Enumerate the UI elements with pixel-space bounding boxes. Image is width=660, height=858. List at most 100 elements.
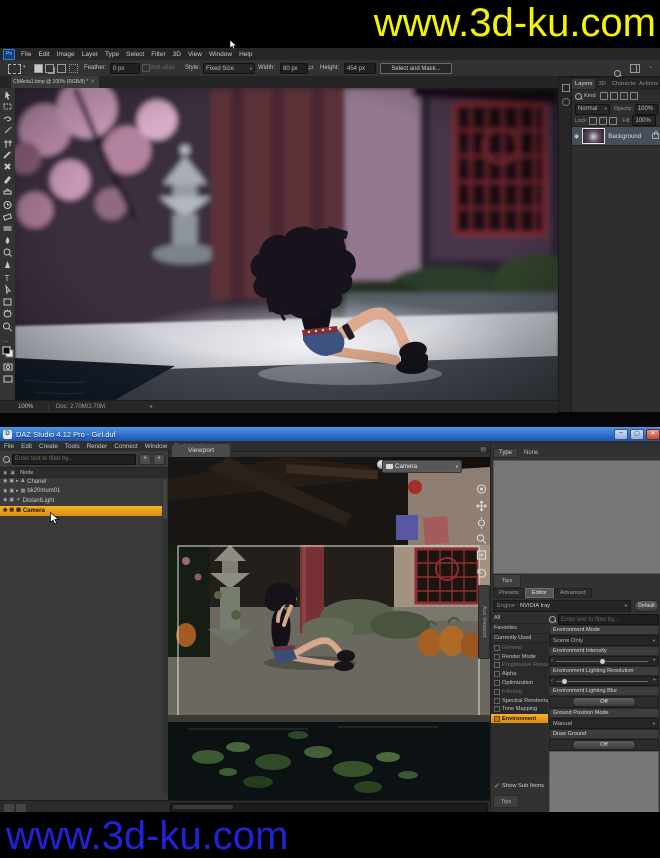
document-tab[interactable]: CMAnia1.bmp @ 100% (RGB/8) * ✕	[11, 76, 99, 88]
prop-lighting-resolution-slider[interactable]: ‹+	[549, 676, 659, 686]
viewport-content[interactable]: Camera ▾ Aux Viewport	[168, 457, 490, 800]
group-all[interactable]: All	[491, 614, 548, 624]
ps-menu-image[interactable]: Image	[57, 51, 75, 58]
zoom-level[interactable]: 100%	[18, 404, 33, 410]
group-currently-used[interactable]: Currently Used	[491, 634, 548, 644]
scene-item-chanel[interactable]: ◉▣ ▸♟ Chanel	[0, 477, 168, 487]
property-filter-input[interactable]: Enter text to filter by...	[558, 614, 659, 625]
select-box-icon[interactable]: ▣	[9, 498, 14, 503]
group-tone-mapping[interactable]: Tone Mapping	[491, 705, 548, 714]
tab-close-icon[interactable]: ✕	[90, 79, 95, 85]
group-environment-selected[interactable]: Environment	[491, 714, 548, 724]
render-tips-tab[interactable]: Tips	[493, 795, 519, 808]
viewport-nav-tools[interactable]	[475, 483, 488, 583]
eye-icon[interactable]: ◉	[3, 508, 7, 513]
default-button[interactable]: Default	[634, 600, 659, 612]
daz-menu-window[interactable]: Window	[145, 443, 167, 450]
layer-thumbnail[interactable]	[582, 128, 605, 144]
group-optimization[interactable]: Optimization	[491, 679, 548, 688]
scene-filter-input[interactable]: Enter text to filter by...	[12, 454, 136, 465]
prop-draw-ground-toggle[interactable]: Off	[572, 740, 636, 750]
daz-menu-edit[interactable]: Edit	[21, 443, 32, 450]
lock-position-icon[interactable]	[609, 117, 617, 125]
fill-value[interactable]: 100%	[632, 115, 656, 126]
height-input[interactable]: 454 px	[344, 63, 376, 74]
minimize-button[interactable]: ─	[614, 429, 628, 440]
layer-visibility-eye-icon[interactable]: ◉	[574, 133, 579, 140]
select-and-mask-button[interactable]: Select and Mask...	[380, 63, 452, 74]
layer-row-background[interactable]: ◉ Background	[572, 126, 660, 146]
ps-menu-filter[interactable]: Filter	[151, 51, 165, 58]
prop-ground-position-dropdown[interactable]: Manual▾	[549, 718, 659, 729]
prop-environment-mode-dropdown[interactable]: Scene Only▾	[549, 635, 659, 646]
ps-menu-layer[interactable]: Layer	[82, 51, 98, 58]
swap-dimensions-icon[interactable]: ⇄	[308, 64, 314, 72]
daz-menu-render[interactable]: Render	[87, 443, 108, 450]
ps-menu-select[interactable]: Select	[126, 51, 144, 58]
tab-layers[interactable]: Layers	[572, 79, 595, 89]
prop-environment-intensity-slider[interactable]: ‹+	[549, 656, 659, 666]
tab-actions[interactable]: Actions	[636, 79, 660, 89]
antialias-checkbox[interactable]	[142, 64, 150, 72]
new-selection-icon[interactable]	[34, 64, 43, 73]
select-box-icon[interactable]: ▣	[9, 508, 14, 513]
width-input[interactable]: 80 px	[280, 63, 308, 74]
add-selection-icon[interactable]	[45, 64, 54, 73]
ps-menu-type[interactable]: Type	[105, 51, 119, 58]
ps-menu-file[interactable]: File	[21, 51, 31, 58]
filter-type-icon[interactable]	[620, 92, 628, 100]
lock-pixels-icon[interactable]	[599, 117, 607, 125]
select-box-icon[interactable]: ▣	[9, 479, 14, 484]
ps-menu-help[interactable]: Help	[239, 51, 252, 58]
daz-titlebar[interactable]: D DAZ Studio 4.12 Pro - Girl.duf ─ ▢ ✕	[0, 427, 660, 441]
daz-menu-connect[interactable]: Connect	[114, 443, 137, 450]
status-arrow-icon[interactable]: ▸	[150, 403, 153, 410]
marquee-tool-preset-icon[interactable]	[8, 64, 21, 74]
daz-menu-tools[interactable]: Tools	[65, 443, 80, 450]
tab-advanced[interactable]: Advanced	[554, 588, 592, 598]
show-sub-items-checkbox[interactable]: ✓ Show Sub Items	[494, 781, 544, 791]
daz-menu-file[interactable]: File	[4, 443, 14, 450]
group-filtering[interactable]: Filtering	[491, 687, 548, 696]
tab-character[interactable]: Character	[609, 79, 636, 89]
collapsed-panel-icon-2[interactable]	[562, 98, 570, 106]
photoshop-toolbox[interactable]: T …	[0, 88, 16, 400]
blend-mode-dropdown[interactable]: Normal▾	[575, 104, 610, 115]
tool-settings-tips-tab[interactable]: Tips	[493, 574, 521, 588]
ps-menu-window[interactable]: Window	[209, 51, 232, 58]
ps-menu-view[interactable]: View	[188, 51, 202, 58]
collapsed-panel-icon-1[interactable]	[562, 84, 570, 92]
select-box-icon[interactable]: ▣	[9, 489, 14, 494]
expand-icon[interactable]: ▸	[16, 489, 19, 494]
search-icon[interactable]	[614, 70, 621, 77]
eye-icon[interactable]: ◉	[3, 479, 7, 484]
group-favorites[interactable]: Favorites	[491, 624, 548, 634]
ps-menu-3d[interactable]: 3D	[173, 51, 181, 58]
scene-item-distantlight[interactable]: ◉▣ ☀ DistantLight	[0, 496, 168, 506]
workspace-icon[interactable]	[630, 64, 640, 73]
tab-editor[interactable]: Editor	[525, 588, 554, 598]
viewport-tab[interactable]: Viewport	[172, 444, 230, 457]
style-dropdown[interactable]: Fixed Size▾	[203, 63, 255, 74]
intersect-selection-icon[interactable]	[69, 64, 78, 73]
prop-lighting-blur-toggle[interactable]: Off	[572, 697, 636, 707]
filter-shape-icon[interactable]	[630, 92, 638, 100]
filter-adjustment-icon[interactable]	[610, 92, 618, 100]
group-progressive-rendering[interactable]: Progressive Rendering	[491, 661, 548, 670]
group-spectral-rendering[interactable]: Spectral Rendering	[491, 696, 548, 705]
aux-viewport-tab[interactable]: Aux Viewport	[478, 585, 490, 659]
expand-icon[interactable]: ▸	[16, 479, 19, 484]
tab-presets[interactable]: Presets	[493, 588, 525, 598]
canvas-image[interactable]	[15, 88, 558, 400]
doc-size[interactable]: Doc: 2.70M/2.70M	[56, 404, 105, 410]
maximize-button[interactable]: ▢	[630, 429, 644, 440]
ps-menu-edit[interactable]: Edit	[38, 51, 49, 58]
group-render-mode[interactable]: Render Mode	[491, 652, 548, 661]
close-button[interactable]: ✕	[646, 429, 660, 440]
node-column-header[interactable]: Node	[20, 470, 33, 476]
photoshop-app-icon[interactable]: Ps	[3, 49, 15, 60]
viewport-pane-menu-icon[interactable]: ▤	[480, 446, 486, 453]
tab-3d[interactable]: 3D	[595, 79, 608, 89]
opacity-value[interactable]: 100%	[635, 104, 658, 115]
group-alpha[interactable]: Alpha	[491, 670, 548, 679]
